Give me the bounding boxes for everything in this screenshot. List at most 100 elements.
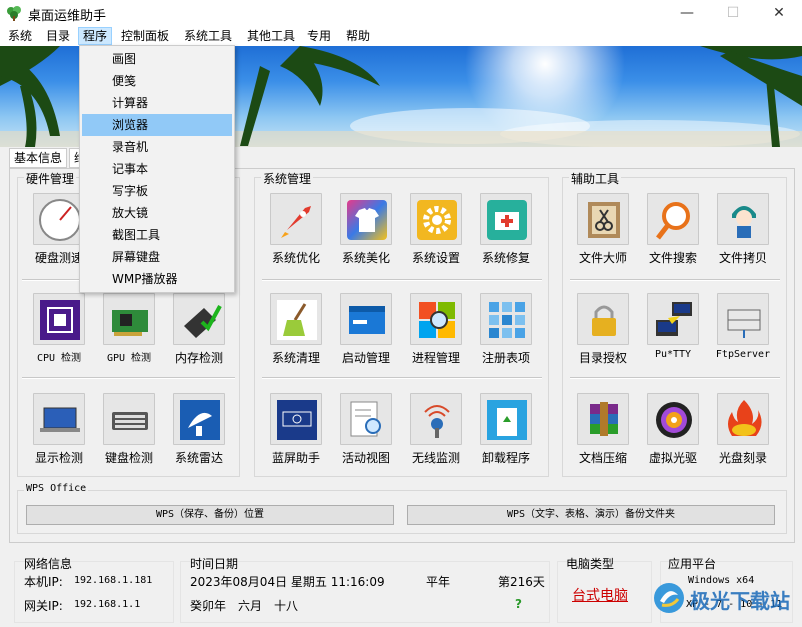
window-icon xyxy=(340,293,392,345)
putty-icon xyxy=(647,293,699,345)
tool-label: 光盘刻录 xyxy=(718,451,767,465)
tool-file-search[interactable]: 文件搜索 xyxy=(638,193,708,279)
watermark-logo-icon xyxy=(654,583,684,613)
network-title: 网络信息 xyxy=(24,557,73,571)
tool-system-optimize[interactable]: 系统优化 xyxy=(261,193,331,279)
menu-special[interactable]: 专用 xyxy=(303,27,335,45)
pc-type-title: 电脑类型 xyxy=(566,557,615,571)
scissors-folder-icon xyxy=(577,193,629,245)
tool-system-repair[interactable]: 系统修复 xyxy=(471,193,541,279)
tool-uninstall[interactable]: 卸载程序 xyxy=(471,393,541,479)
menu-item-paint[interactable]: 画图 xyxy=(82,48,232,70)
platform-title: 应用平台 xyxy=(668,557,717,571)
title-bar: 桌面运维助手 — ☐ ✕ xyxy=(0,0,802,26)
menu-control-panel[interactable]: 控制面板 xyxy=(117,27,173,45)
rocket-icon xyxy=(270,193,322,245)
tool-label: 卸载程序 xyxy=(481,451,530,465)
menu-programs[interactable]: 程序 xyxy=(78,27,113,45)
tool-memory-check[interactable]: 内存检测 xyxy=(164,293,234,379)
menu-system-tools[interactable]: 系统工具 xyxy=(180,27,236,45)
tool-ftp-server[interactable]: FtpServer xyxy=(708,293,778,379)
menu-item-browser[interactable]: 浏览器 xyxy=(82,114,232,136)
tool-virtual-drive[interactable]: 虚拟光驱 xyxy=(638,393,708,479)
tab-basic-info[interactable]: 基本信息 xyxy=(9,148,68,168)
gpu-icon xyxy=(103,293,155,345)
help-indicator[interactable]: ? xyxy=(515,597,522,611)
menu-other-tools[interactable]: 其他工具 xyxy=(243,27,299,45)
tool-dir-permission[interactable]: 目录授权 xyxy=(568,293,638,379)
tool-putty[interactable]: Pu*TTY xyxy=(638,293,708,379)
radar-icon xyxy=(173,393,225,445)
menu-bar: 系统 目录 程序 控制面板 系统工具 其他工具 专用 帮助 xyxy=(0,26,802,46)
day-of-year: 第216天 xyxy=(498,575,545,589)
local-ip-value: 192.168.1.181 xyxy=(74,575,153,586)
menu-item-notepad[interactable]: 记事本 xyxy=(82,158,232,180)
tool-label: 注册表项 xyxy=(481,351,530,365)
disc-icon xyxy=(647,393,699,445)
menu-item-wmp[interactable]: WMP播放器 xyxy=(82,268,232,290)
datetime-title: 时间日期 xyxy=(190,557,239,571)
menu-help[interactable]: 帮助 xyxy=(342,27,374,45)
tool-label: 文件拷贝 xyxy=(718,251,767,265)
menu-item-calculator[interactable]: 计算器 xyxy=(82,92,232,114)
datetime-value: 2023年08月04日 星期五 11:16:09 xyxy=(190,575,385,589)
character-icon xyxy=(717,193,769,245)
tool-wireless-monitor[interactable]: 无线监测 xyxy=(401,393,471,479)
watermark-text: 极光下载站 xyxy=(690,589,790,613)
close-button[interactable]: ✕ xyxy=(756,0,802,26)
app-icon xyxy=(7,6,21,21)
tool-system-settings[interactable]: 系统设置 xyxy=(401,193,471,279)
tool-disc-burn[interactable]: 光盘刻录 xyxy=(708,393,778,479)
tool-bluescreen[interactable]: 蓝屏助手 xyxy=(261,393,331,479)
display-icon xyxy=(33,393,85,445)
watermark: 极光下载站 xyxy=(650,575,800,623)
tool-gpu-check[interactable]: GPU 检测 xyxy=(94,293,164,379)
wps-group-title: WPS Office xyxy=(24,483,89,494)
tool-activity-view[interactable]: 活动视图 xyxy=(331,393,401,479)
lock-icon xyxy=(577,293,629,345)
tool-keyboard-check[interactable]: 键盘检测 xyxy=(94,393,164,479)
wireless-icon xyxy=(410,393,462,445)
divider xyxy=(570,279,780,281)
tshirt-icon xyxy=(340,193,392,245)
lunar-date: 癸卯年 六月 十八 xyxy=(190,599,299,613)
wps-backup-folder-button[interactable]: WPS（文字、表格、演示）备份文件夹 xyxy=(407,505,775,525)
tool-cpu-check[interactable]: CPU 检测 xyxy=(24,293,94,379)
cpu-icon xyxy=(33,293,85,345)
tool-process-manager[interactable]: 进程管理 xyxy=(401,293,471,379)
window-title: 桌面运维助手 xyxy=(28,9,107,24)
menu-item-recorder[interactable]: 录音机 xyxy=(82,136,232,158)
programs-dropdown: 画图 便笺 计算器 浏览器 录音机 记事本 写字板 放大镜 截图工具 屏幕键盘 … xyxy=(79,45,235,293)
menu-system[interactable]: 系统 xyxy=(4,27,36,45)
pc-type-value: 台式电脑 xyxy=(572,588,628,604)
tool-registry[interactable]: 注册表项 xyxy=(471,293,541,379)
menu-item-wordpad[interactable]: 写字板 xyxy=(82,180,232,202)
tool-label: 系统雷达 xyxy=(174,451,223,465)
tool-display-check[interactable]: 显示检测 xyxy=(24,393,94,479)
menu-item-sticky-notes[interactable]: 便笺 xyxy=(82,70,232,92)
menu-item-snipping-tool[interactable]: 截图工具 xyxy=(82,224,232,246)
year-type: 平年 xyxy=(426,575,451,589)
tool-system-radar[interactable]: 系统雷达 xyxy=(164,393,234,479)
maximize-button[interactable]: ☐ xyxy=(710,0,756,26)
tool-file-copy[interactable]: 文件拷贝 xyxy=(708,193,778,279)
tool-system-beautify[interactable]: 系统美化 xyxy=(331,193,401,279)
minimize-button[interactable]: — xyxy=(664,0,710,26)
menu-directory[interactable]: 目录 xyxy=(42,27,74,45)
menu-item-magnifier[interactable]: 放大镜 xyxy=(82,202,232,224)
windows-magnifier-icon xyxy=(410,293,462,345)
tool-file-master[interactable]: 文件大师 xyxy=(568,193,638,279)
tool-label: 内存检测 xyxy=(174,351,223,365)
tool-doc-compress[interactable]: 文档压缩 xyxy=(568,393,638,479)
memory-icon xyxy=(173,293,225,345)
wps-save-location-button[interactable]: WPS（保存、备份）位置 xyxy=(26,505,394,525)
tool-system-clean[interactable]: 系统清理 xyxy=(261,293,331,379)
magnifier-icon xyxy=(647,193,699,245)
broom-icon xyxy=(270,293,322,345)
menu-item-onscreen-keyboard[interactable]: 屏幕键盘 xyxy=(82,246,232,268)
system-group-title: 系统管理 xyxy=(261,170,314,187)
hardware-group-title: 硬件管理 xyxy=(24,170,77,187)
recycle-bin-icon xyxy=(480,393,532,445)
registry-icon xyxy=(480,293,532,345)
tool-startup-manager[interactable]: 启动管理 xyxy=(331,293,401,379)
